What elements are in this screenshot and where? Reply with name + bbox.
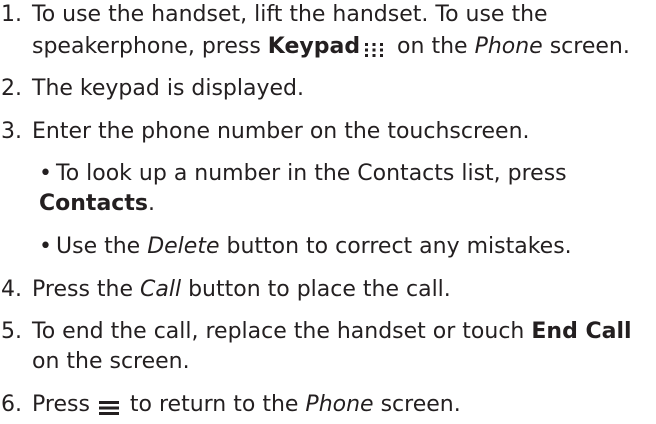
end-call-label: End Call	[531, 319, 632, 344]
step-number: 3.	[1, 119, 22, 144]
step-5-line-2: on the screen.	[32, 349, 190, 374]
step-number: 4.	[1, 277, 22, 302]
bullet-2-text: Use the Delete button to correct any mis…	[56, 234, 572, 259]
contacts-label: Contacts	[39, 191, 148, 216]
step-number: 1.	[1, 2, 22, 27]
step-number: 2.	[1, 76, 22, 101]
bullet-1-line-2: Contacts.	[39, 191, 155, 216]
step-1-line-1: To use the handset, lift the handset. To…	[32, 2, 548, 27]
bullet-marker: •	[39, 234, 52, 259]
step-number: 6.	[1, 392, 22, 417]
keypad-label: Keypad	[267, 34, 361, 59]
menu-icon	[98, 395, 119, 415]
step-3-text: Enter the phone number on the touchscree…	[32, 119, 530, 144]
bullet-1-line-1: To look up a number in the Contacts list…	[56, 161, 567, 186]
bullet-marker: •	[39, 161, 52, 186]
step-number: 5.	[1, 319, 22, 344]
step-5-line-1: To end the call, replace the handset or …	[32, 319, 632, 344]
step-1-line-2: speakerphone, press Keypad on the Phone …	[32, 34, 630, 59]
step-2-text: The keypad is displayed.	[32, 76, 305, 101]
keypad-icon	[364, 37, 384, 57]
step-6-text: Press to return to the Phone screen.	[32, 392, 461, 417]
step-4-text: Press the Call button to place the call.	[32, 277, 451, 302]
